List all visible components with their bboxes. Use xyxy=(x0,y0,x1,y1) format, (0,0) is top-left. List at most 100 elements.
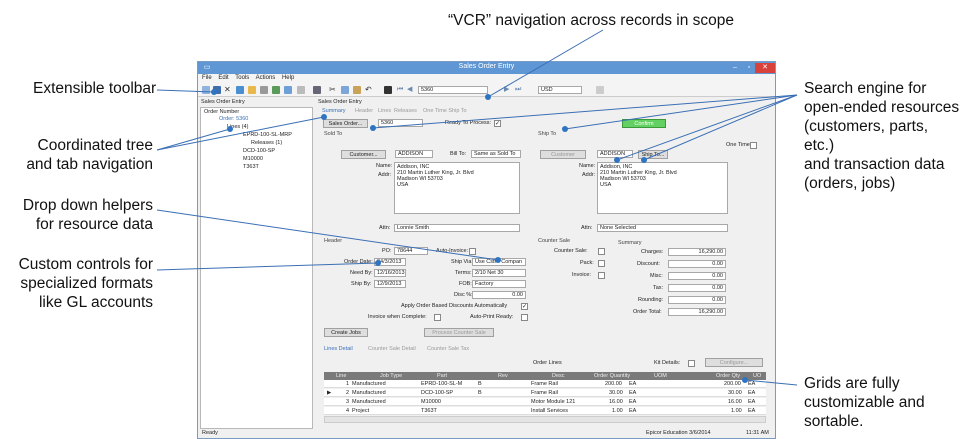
fob-select[interactable]: Factory xyxy=(472,280,526,288)
one-time-checkbox[interactable] xyxy=(750,142,757,149)
customer-button[interactable]: Customer... xyxy=(341,150,386,159)
tree-line-4[interactable]: T363T xyxy=(243,164,259,170)
undo-icon[interactable]: ↶ xyxy=(365,86,373,94)
invoice-complete-checkbox[interactable] xyxy=(434,314,441,321)
sales-order-field[interactable]: 5360 xyxy=(378,119,423,127)
order-lines-label: Order Lines xyxy=(533,360,562,366)
apply-disc-checkbox[interactable]: ✓ xyxy=(521,303,528,310)
need-by-field[interactable]: 12/16/2013 xyxy=(374,269,406,277)
new-icon[interactable] xyxy=(202,86,210,94)
ship-via-select[interactable]: Use Cstr - Compan xyxy=(472,258,526,266)
tab-lines[interactable]: Lines xyxy=(378,108,391,115)
grid-scrollbar[interactable] xyxy=(324,416,766,423)
printer-icon[interactable] xyxy=(313,86,321,94)
col-job-type[interactable]: Job Type xyxy=(380,372,402,380)
invoice-label: Invoice: xyxy=(572,272,591,278)
copy-icon[interactable] xyxy=(341,86,349,94)
terms-select[interactable]: 2/10 Net 30 xyxy=(472,269,526,277)
one-time-label: One Time: xyxy=(726,142,752,148)
tree-releases[interactable]: Releases (1) xyxy=(251,140,282,146)
create-jobs-button[interactable]: Create Jobs xyxy=(324,328,368,337)
tab-lines-detail[interactable]: Lines Detail xyxy=(324,346,353,353)
ship-attn-select[interactable]: None Selected xyxy=(597,224,728,232)
menu-help[interactable]: Help xyxy=(282,75,294,81)
folder-icon[interactable] xyxy=(248,86,256,94)
col-line[interactable]: Line xyxy=(336,372,346,380)
tree-lines[interactable]: Lines (4) xyxy=(227,124,248,130)
tree-line-2[interactable]: DCD-100-SP xyxy=(243,148,275,154)
process-counter-sale-button[interactable]: Process Counter Sale xyxy=(424,328,494,337)
toolbar: ✕ ✂ ↶ ⏮ ◀ 5360 ▶ ⏭ USD xyxy=(198,83,775,97)
next-record-icon[interactable]: ▶ xyxy=(504,86,512,94)
sales-order-button[interactable]: Sales Order... xyxy=(323,119,368,128)
auto-invoice-checkbox[interactable] xyxy=(469,248,476,255)
menu-actions[interactable]: Actions xyxy=(256,75,276,81)
tab-summary[interactable]: Summary xyxy=(322,108,346,115)
kit-details-checkbox[interactable] xyxy=(688,360,695,367)
bill-to-select[interactable]: Same as Sold To xyxy=(471,150,521,158)
clear-icon[interactable] xyxy=(297,86,305,94)
print-icon[interactable] xyxy=(272,86,280,94)
tab-releases[interactable]: Releases xyxy=(394,108,417,115)
tree-order[interactable]: Order: 5360 xyxy=(219,116,248,122)
configure-button[interactable]: Configure... xyxy=(705,358,763,367)
col-uo[interactable]: UO xyxy=(753,372,761,380)
invoice-checkbox[interactable] xyxy=(598,272,605,279)
apply-disc-label: Apply Order Based Discounts Automaticall… xyxy=(401,303,508,309)
disc-field[interactable]: 0.00 xyxy=(472,291,526,299)
attach-icon[interactable] xyxy=(260,86,268,94)
close-button[interactable]: ✕ xyxy=(755,63,775,73)
preview-icon[interactable] xyxy=(284,86,292,94)
minimize-button[interactable]: – xyxy=(728,63,742,73)
tab-counter-sale-detail[interactable]: Counter Sale Detail xyxy=(368,346,416,353)
tree-order-number[interactable]: Order Number xyxy=(204,109,239,115)
tab-counter-sale-tax[interactable]: Counter Sale Tax xyxy=(427,346,469,353)
tree-line-3[interactable]: M10000 xyxy=(243,156,263,162)
maximize-button[interactable]: ▫ xyxy=(742,63,756,73)
last-record-icon[interactable]: ⏭ xyxy=(515,86,523,94)
refresh-icon[interactable] xyxy=(236,86,244,94)
col-part[interactable]: Part xyxy=(437,372,447,380)
ship-customer-button[interactable]: Customer xyxy=(540,150,586,159)
order-date-field[interactable]: 04/3/2013 xyxy=(374,258,406,266)
pack-checkbox[interactable] xyxy=(598,260,605,267)
ship-to-button[interactable]: Ship To... xyxy=(638,150,668,159)
auto-print-checkbox[interactable] xyxy=(521,314,528,321)
col-uom[interactable]: UOM xyxy=(654,372,667,380)
attn-select[interactable]: Lonnie Smith xyxy=(394,224,520,232)
tree-panel-title: Sales Order Entry xyxy=(201,99,245,105)
counter-sale-checkbox[interactable] xyxy=(598,248,605,255)
tree-line-1[interactable]: EPRD-100-SL-MRP xyxy=(243,132,292,138)
save-icon[interactable] xyxy=(213,86,221,94)
menu-edit[interactable]: Edit xyxy=(218,75,228,81)
po-field[interactable]: 78644 xyxy=(394,247,428,255)
table-row[interactable]: 4 Project T363T Install Services 1.00 EA 1.00 E… xyxy=(324,407,766,415)
tab-one-time-ship-to[interactable]: One Time Ship To xyxy=(423,108,467,115)
table-row[interactable]: ▶ 2 Manufactured DCD-100-SP B Frame Rail 30.0… xyxy=(324,389,766,397)
customer-field[interactable]: ADDISON xyxy=(395,150,433,158)
col-order-qty[interactable]: Order Qty xyxy=(716,372,740,380)
ship-customer-field[interactable]: ADDISON xyxy=(597,150,633,158)
record-field[interactable]: 5360 xyxy=(418,86,488,94)
table-row[interactable]: 3 Manufactured M10000 Motor Module 121 16.00… xyxy=(324,398,766,406)
binoculars-icon[interactable] xyxy=(384,86,392,94)
currency-select[interactable]: USD xyxy=(538,86,582,94)
prev-record-icon[interactable]: ◀ xyxy=(407,86,415,94)
first-record-icon[interactable]: ⏮ xyxy=(397,86,405,94)
currency-options-icon[interactable] xyxy=(596,86,604,94)
ship-to-label: Ship To xyxy=(538,131,557,137)
ship-address-box: Addison, INC 210 Martin Luther King, Jr. … xyxy=(597,162,728,214)
ready-checkbox[interactable]: ✓ xyxy=(494,120,501,127)
menu-file[interactable]: File xyxy=(202,75,212,81)
delete-icon[interactable]: ✕ xyxy=(224,86,232,94)
paste-icon[interactable] xyxy=(353,86,361,94)
confirm-button[interactable]: Confirm xyxy=(622,119,666,128)
ship-by-field[interactable]: 12/9/2013 xyxy=(374,280,406,288)
col-order-quantity[interactable]: Order Quantity xyxy=(594,372,630,380)
col-desc[interactable]: Desc xyxy=(552,372,565,380)
col-rev[interactable]: Rev xyxy=(498,372,508,380)
menu-tools[interactable]: Tools xyxy=(235,75,249,81)
tab-header[interactable]: Header xyxy=(355,108,373,115)
cut-icon[interactable]: ✂ xyxy=(329,86,337,94)
table-row[interactable]: 1 Manufactured EPRD-100-SL-M B Frame Rail 200… xyxy=(324,380,766,388)
